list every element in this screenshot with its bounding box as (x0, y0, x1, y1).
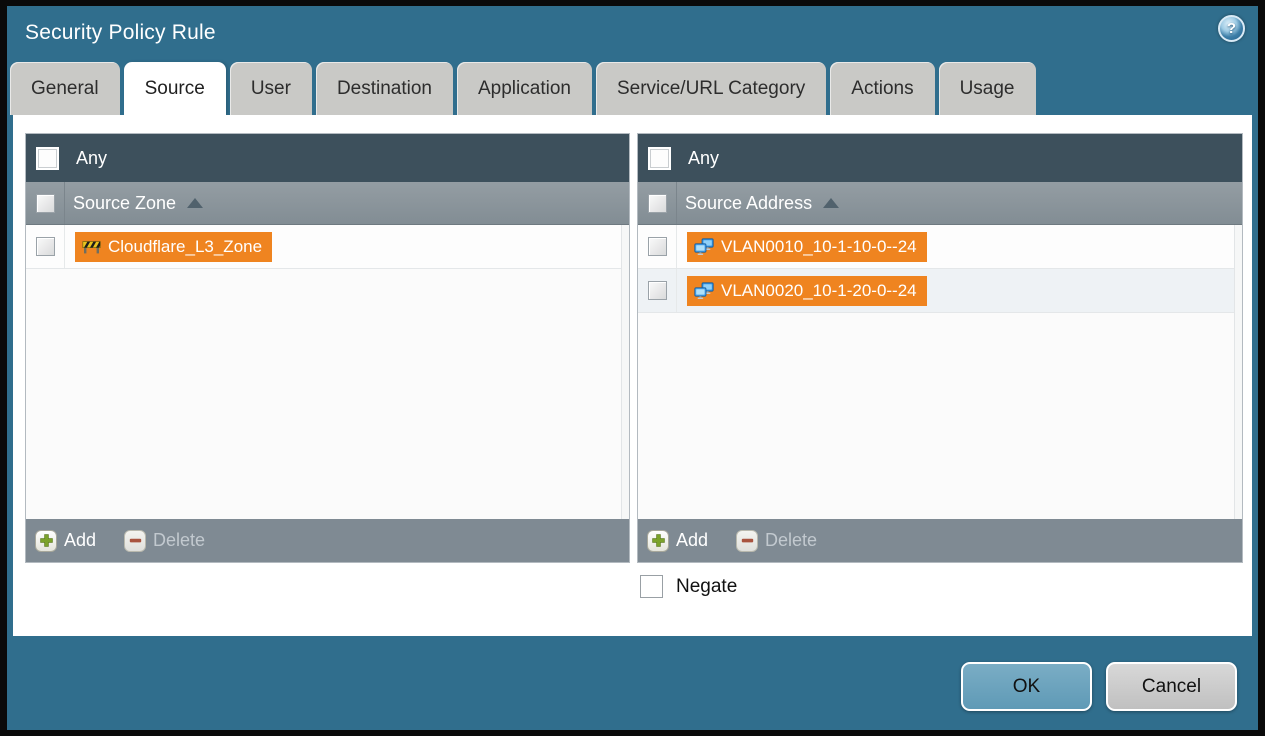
source-address-column-label: Source Address (685, 192, 813, 213)
tab-bar: General Source User Destination Applicat… (10, 62, 1036, 115)
tab-service-url-category[interactable]: Service/URL Category (595, 62, 827, 115)
source-zone-row-checkbox[interactable] (35, 237, 55, 256)
ok-button[interactable]: OK (961, 662, 1092, 711)
source-zone-any-label: Any (76, 147, 108, 168)
question-mark-glyph: ? (1226, 20, 1237, 37)
cancel-button[interactable]: Cancel (1106, 662, 1237, 711)
sort-ascending-icon (823, 198, 840, 208)
plus-icon (35, 529, 57, 552)
source-address-row[interactable]: VLAN0020_10-1-20-0--24 (638, 269, 1242, 313)
source-address-select-all-checkbox[interactable] (647, 193, 667, 213)
source-address-row-checkbox[interactable] (647, 281, 667, 300)
source-address-any-bar: Any (638, 134, 1242, 182)
source-zone-any-checkbox[interactable] (36, 146, 59, 170)
source-zone-add-button[interactable]: Add (35, 529, 97, 552)
tab-source[interactable]: Source (123, 62, 226, 115)
source-address-chip[interactable]: VLAN0020_10-1-20-0--24 (687, 275, 927, 306)
source-address-list: VLAN0010_10-1-10-0--24 VLAN0020_10-1-20-… (638, 225, 1242, 519)
negate-label: Negate (676, 575, 738, 597)
source-zone-column-header[interactable]: Source Zone (26, 182, 629, 225)
tab-user[interactable]: User (229, 62, 312, 115)
source-zone-footer: Add Delete (26, 519, 629, 562)
tab-application[interactable]: Application (457, 62, 592, 115)
delete-label: Delete (765, 530, 818, 550)
source-address-row[interactable]: VLAN0010_10-1-10-0--24 (638, 225, 1242, 269)
delete-label: Delete (153, 530, 206, 550)
source-address-column-header[interactable]: Source Address (638, 182, 1242, 225)
source-address-chip[interactable]: VLAN0010_10-1-10-0--24 (687, 231, 927, 262)
source-address-row-checkbox[interactable] (647, 237, 667, 256)
address-icon (694, 237, 714, 256)
add-label: Add (64, 530, 97, 550)
dialog-title: Security Policy Rule (25, 21, 216, 44)
source-zone-list: Cloudflare_L3_Zone (26, 225, 629, 519)
source-address-row-label: VLAN0020_10-1-20-0--24 (721, 280, 917, 300)
tab-destination[interactable]: Destination (315, 62, 453, 115)
source-zone-chip[interactable]: Cloudflare_L3_Zone (75, 231, 273, 262)
source-address-delete-button[interactable]: Delete (736, 529, 818, 552)
zone-icon (82, 239, 101, 254)
tab-general[interactable]: General (10, 62, 120, 115)
source-tab-content: Any Source Zone Cloudflare_L3_Zone Add D… (13, 115, 1252, 636)
minus-icon (736, 529, 759, 552)
sort-ascending-icon (187, 198, 204, 208)
source-zone-any-bar: Any (26, 134, 629, 182)
scrollbar-track[interactable] (621, 225, 629, 519)
tab-actions[interactable]: Actions (830, 62, 935, 115)
source-zone-delete-button[interactable]: Delete (124, 529, 206, 552)
source-address-panel: Any Source Address VLAN0010_10-1-10-0--2… (637, 133, 1243, 563)
source-address-footer: Add Delete (638, 519, 1242, 562)
source-zone-column-label: Source Zone (73, 192, 177, 213)
source-zone-select-all-checkbox[interactable] (35, 193, 55, 213)
scrollbar-track[interactable] (1234, 225, 1242, 519)
address-icon (694, 281, 714, 300)
plus-icon (647, 529, 669, 552)
source-address-add-button[interactable]: Add (647, 529, 709, 552)
minus-icon (124, 529, 147, 552)
negate-checkbox[interactable] (640, 575, 663, 598)
source-zone-row[interactable]: Cloudflare_L3_Zone (26, 225, 629, 269)
add-label: Add (676, 530, 709, 550)
help-icon[interactable]: ? (1218, 15, 1245, 42)
source-address-row-label: VLAN0010_10-1-10-0--24 (721, 236, 917, 256)
tab-usage[interactable]: Usage (938, 62, 1036, 115)
source-address-any-checkbox[interactable] (648, 146, 671, 170)
security-policy-rule-dialog: Security Policy Rule ? General Source Us… (7, 6, 1258, 730)
source-zone-panel: Any Source Zone Cloudflare_L3_Zone Add D… (25, 133, 630, 563)
source-zone-row-label: Cloudflare_L3_Zone (108, 236, 263, 256)
negate-row: Negate (640, 575, 737, 598)
source-address-any-label: Any (688, 147, 720, 168)
